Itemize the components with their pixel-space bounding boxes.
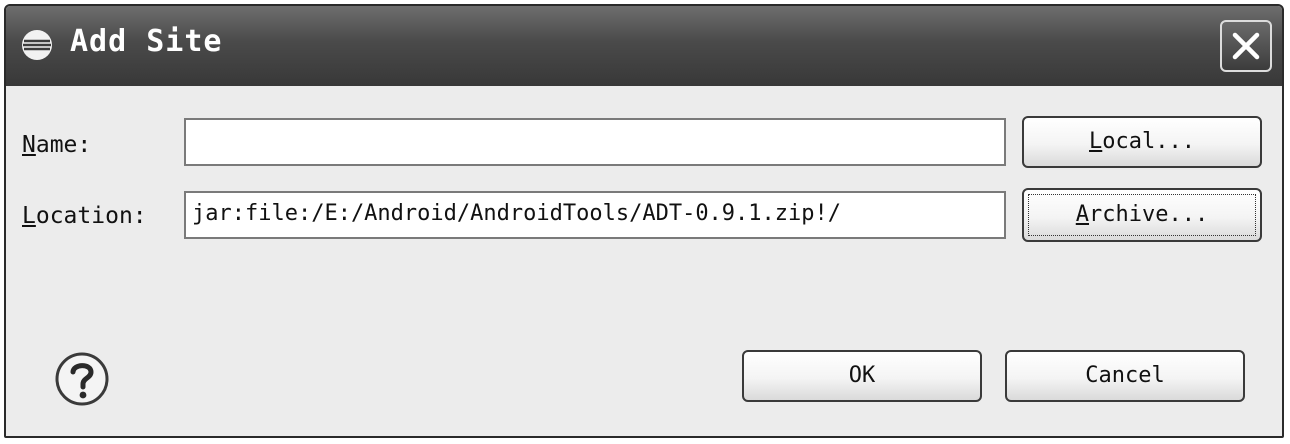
name-field[interactable] — [184, 118, 1006, 166]
close-button[interactable] — [1220, 20, 1272, 72]
eclipse-icon — [22, 30, 52, 60]
archive-button[interactable]: Archive... — [1022, 188, 1262, 242]
ok-button[interactable]: OK — [742, 350, 982, 402]
add-site-dialog: Add Site Name: Local... Location: jar:fi… — [4, 4, 1284, 438]
help-icon[interactable] — [54, 351, 110, 407]
location-label-mnemonic: L — [22, 203, 36, 229]
title-bar: Add Site — [6, 6, 1282, 86]
local-mnemonic: L — [1089, 129, 1103, 154]
archive-mnemonic: A — [1075, 202, 1090, 227]
local-button[interactable]: Local... — [1022, 116, 1262, 168]
location-field[interactable]: jar:file:/E:/Android/AndroidTools/ADT-0.… — [184, 191, 1006, 239]
local-label: ocal... — [1102, 129, 1195, 154]
close-icon — [1232, 32, 1260, 60]
location-label: Location: — [22, 203, 147, 229]
name-label-text: ame: — [35, 132, 92, 158]
dialog-title: Add Site — [70, 24, 223, 59]
name-label: Name: — [22, 132, 91, 158]
location-label-text: ocation: — [35, 203, 147, 229]
cancel-button[interactable]: Cancel — [1005, 350, 1245, 402]
archive-label: rchive... — [1089, 202, 1209, 227]
name-label-mnemonic: N — [22, 132, 36, 158]
